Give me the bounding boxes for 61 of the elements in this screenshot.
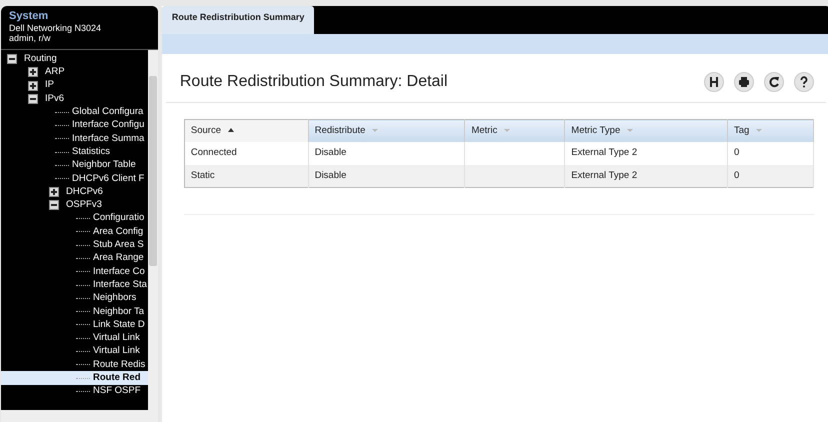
tree-item[interactable]: NSF OSPF — [1, 384, 148, 398]
tree-item[interactable]: OSPFv3 — [1, 198, 148, 212]
sort-icon — [372, 128, 378, 133]
tree-item[interactable]: Interface Co — [1, 265, 148, 278]
column-header[interactable]: Source — [184, 120, 308, 142]
page-title: Route Redistribution Summary: Detail — [180, 72, 448, 92]
sort-icon — [504, 128, 510, 133]
tree-item[interactable]: Stub Area S — [1, 238, 148, 252]
column-header[interactable]: Redistribute — [308, 120, 465, 142]
tree-item[interactable]: Route Redis — [1, 358, 148, 372]
tree-item[interactable]: Link State D — [1, 318, 148, 332]
column-header[interactable]: Metric — [464, 120, 565, 142]
tree-item[interactable]: IP — [1, 78, 148, 92]
table-cell: External Type 2 — [571, 147, 638, 158]
sort-icon — [228, 128, 234, 133]
user-info: admin, r/w — [9, 32, 51, 44]
table-cell: 0 — [734, 170, 740, 180]
expand-icon[interactable] — [49, 186, 59, 197]
tree-item[interactable]: Interface Summa — [1, 132, 148, 146]
table-cell: Disable — [314, 170, 346, 180]
tree-item[interactable]: DHCPv6 — [1, 185, 148, 199]
tree-item[interactable]: Virtual Link — [1, 344, 148, 358]
column-header[interactable]: Tag — [728, 120, 814, 142]
sort-icon — [627, 128, 634, 133]
column-header[interactable]: Metric Type — [564, 120, 728, 142]
print-icon[interactable] — [734, 72, 754, 92]
save-icon[interactable] — [704, 72, 724, 92]
tree-item[interactable]: Interface Configu — [1, 118, 148, 132]
sidebar-title: System — [9, 10, 50, 23]
tree-item[interactable]: DHCPv6 Client F — [1, 172, 148, 186]
tree-item[interactable]: Neighbor Table — [1, 158, 148, 172]
refresh-icon[interactable] — [764, 72, 784, 92]
expand-icon[interactable] — [28, 80, 38, 91]
table-cell: External Type 2 — [571, 170, 638, 180]
device-name: Dell Networking N3024 — [9, 22, 102, 33]
tree-item[interactable]: Neighbors — [1, 292, 148, 305]
tree-item[interactable]: Global Configura — [1, 106, 148, 119]
tree-item[interactable]: Neighbor Ta — [1, 304, 148, 318]
tree-item[interactable]: Statistics — [1, 145, 148, 159]
tree-item[interactable]: Configuratio — [1, 212, 148, 226]
tree-item[interactable]: Virtual Link — [1, 332, 148, 345]
table-cell: 0 — [734, 147, 740, 158]
collapse-icon[interactable] — [28, 94, 38, 104]
tree-item[interactable]: Routing — [1, 52, 148, 66]
tree-item[interactable]: IPv6 — [1, 92, 148, 106]
horizontal-scrollbar[interactable] — [1, 410, 158, 422]
table-cell: Disable — [314, 147, 346, 158]
tree-item[interactable]: ARP — [1, 66, 148, 79]
tree-item[interactable]: Route Red — [1, 371, 148, 385]
tree-item[interactable]: Area Range — [1, 252, 148, 266]
tab[interactable]: Route Redistribution Summary — [162, 6, 314, 34]
table-cell: Connected — [190, 147, 237, 158]
collapse-icon[interactable] — [7, 54, 17, 64]
help-icon[interactable] — [794, 72, 814, 92]
collapse-icon[interactable] — [49, 200, 59, 210]
tree-item[interactable]: Interface Sta — [1, 278, 148, 292]
table-cell: Static — [190, 170, 215, 180]
tree-item[interactable]: Area Config — [1, 225, 148, 238]
expand-icon[interactable] — [28, 67, 38, 78]
sort-icon — [756, 128, 762, 133]
vertical-scrollbar[interactable] — [148, 50, 158, 410]
